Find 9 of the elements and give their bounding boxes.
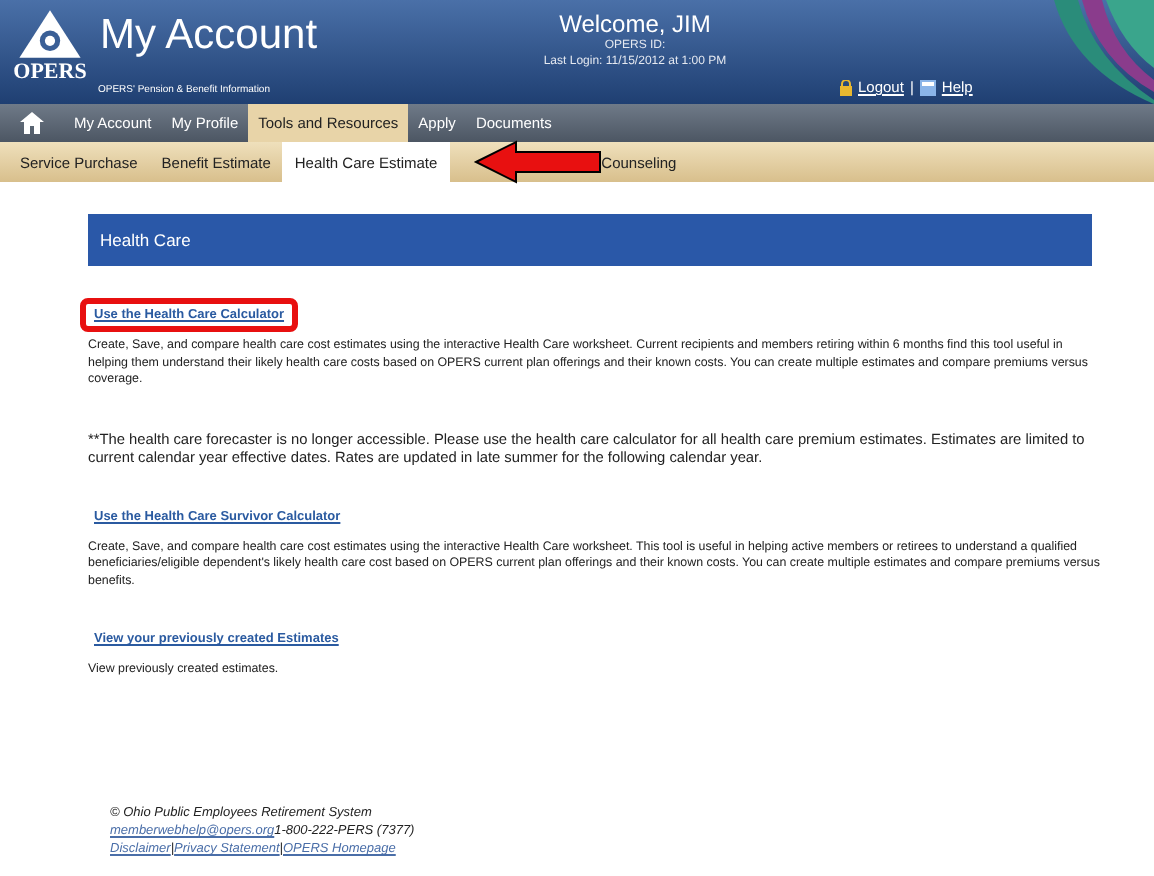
home-icon[interactable]	[20, 112, 44, 134]
welcome-text: Welcome, JIM	[559, 12, 711, 38]
logo-text: OPERS	[13, 60, 87, 84]
arrow-icon	[472, 138, 604, 186]
section-header: Health Care	[88, 214, 1092, 266]
app-title: My Account	[100, 10, 320, 62]
lock-icon	[840, 79, 852, 95]
help-icon	[919, 79, 936, 95]
logo-icon	[16, 8, 84, 60]
